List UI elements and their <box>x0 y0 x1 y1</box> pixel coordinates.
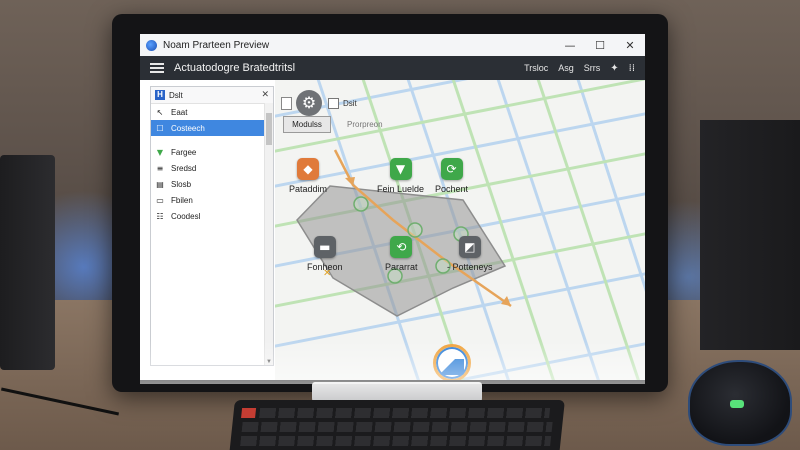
sync-node-icon: ⟲ <box>390 236 413 258</box>
node-label: Pararrat <box>385 262 418 272</box>
diamond-node-icon: ◆ <box>297 158 320 180</box>
toggle-checkbox[interactable] <box>328 97 339 109</box>
sidebar-item-fbilen[interactable]: ▭ Fbilen <box>151 192 273 208</box>
grid-icon[interactable]: ⁞⁞ <box>629 63 635 74</box>
sidebar-item-eaat[interactable]: ↖ Eaat <box>151 104 273 120</box>
pin-icon[interactable]: ✦ <box>610 63 618 74</box>
sidebar-item-label: Eaat <box>171 107 188 117</box>
keyboard-row <box>259 408 551 418</box>
node-label: Pataddim <box>289 184 328 194</box>
refresh-node-icon: ⟳ <box>440 158 463 180</box>
mouse <box>688 360 792 446</box>
modules-button[interactable]: Modulss <box>283 116 331 133</box>
sidebar-scrollbar[interactable]: ▼ <box>264 103 273 365</box>
sidebar-item-costeech[interactable]: ☐ Costeech <box>151 120 273 136</box>
scrollbar-thumb[interactable] <box>266 113 272 145</box>
app-window: Noam Prarteen Preview — ☐ ✕ Actuatodogre… <box>140 34 645 380</box>
maximize-button[interactable]: ☐ <box>585 34 615 56</box>
map-node-fonheon[interactable]: ▬ Fonheon <box>307 236 343 272</box>
sidebar-tab[interactable]: H Dslt ✕ <box>151 87 273 104</box>
frame-icon: ☐ <box>156 123 164 133</box>
sidebar-item-label: Sredsd <box>171 163 197 173</box>
app-toolbar: Actuatodogre Bratedtritsl Trsloc Asg Srr… <box>140 56 645 80</box>
app-icon <box>146 39 157 51</box>
progress-label: Prorpreon <box>347 120 383 129</box>
toolbar-link-2[interactable]: Asg <box>558 63 574 73</box>
cursor-icon: ↖ <box>156 107 164 117</box>
map-node-pararrat[interactable]: ⟲ Pararrat <box>385 236 418 272</box>
monitor-node-icon: ▬ <box>313 236 336 258</box>
sidebar-item-label: Fargee <box>171 147 197 157</box>
title-bar: Noam Prarteen Preview — ☐ ✕ <box>140 34 645 57</box>
sidebar-tab-label: Dslt <box>169 90 183 100</box>
sidebar-item-fargee[interactable]: ▼ Fargee <box>151 144 273 160</box>
keyboard-row <box>241 422 553 432</box>
map-node-pochent[interactable]: ⟳ Pochent <box>435 158 468 194</box>
toolbar-title: Actuatodogre Bratedtritsl <box>174 62 296 74</box>
speaker-left <box>0 155 55 370</box>
sidebar-item-coodesl[interactable]: ☷ Coodesl <box>151 208 273 224</box>
minimize-button[interactable]: — <box>555 34 585 56</box>
map-toolbar-label: Dsit <box>343 98 357 108</box>
speaker-right <box>700 120 800 350</box>
map-canvas[interactable]: ✕ ⚙ Dsit Modulss Prorpreon ◆ Pataddim ▼ … <box>275 80 645 380</box>
code-icon: ☷ <box>156 211 164 221</box>
node-label: Pochent <box>435 184 469 194</box>
sidebar-item-slosb[interactable]: ▤ Slosb <box>151 176 273 192</box>
escape-key <box>241 408 257 418</box>
hamburger-menu-icon[interactable] <box>150 63 164 73</box>
sidebar-item-label: Coodesl <box>171 211 201 221</box>
node-label: Fein Luelde <box>377 184 425 194</box>
download-node-icon: ▼ <box>389 158 412 180</box>
image-node-icon: ◩ <box>458 236 481 258</box>
map-node-potteneys[interactable]: ◩ - Potteneys <box>447 236 493 272</box>
close-icon[interactable]: ✕ <box>261 90 269 100</box>
mouse-led <box>730 400 744 408</box>
document-icon: H <box>155 90 165 100</box>
panel-icon: ▭ <box>156 195 164 205</box>
sidebar-item-label: Costeech <box>171 123 205 133</box>
sidebar-item-label: Slosb <box>171 179 192 189</box>
keyboard <box>229 400 565 450</box>
map-node-pataddim[interactable]: ◆ Pataddim <box>289 158 327 194</box>
sidebar-item-label: Fbilen <box>171 195 193 205</box>
node-label: Fonheon <box>307 262 343 272</box>
table-icon: ▤ <box>156 179 164 189</box>
window-title: Noam Prarteen Preview <box>163 39 270 51</box>
sidebar-panel: H Dslt ✕ ↖ Eaat ☐ Costeech ▼ Fargee ≡ Sr… <box>150 86 274 366</box>
list-icon: ≡ <box>156 163 164 173</box>
keyboard-row <box>240 436 552 446</box>
screen-glare <box>140 340 645 384</box>
sidebar-item-sredsd[interactable]: ≡ Sredsd <box>151 160 273 176</box>
settings-gear-icon[interactable]: ⚙ <box>296 90 322 116</box>
toolbar-link-3[interactable]: Srrs <box>584 63 601 73</box>
map-toolbar: ⚙ Dsit <box>281 90 357 116</box>
map-node-fein-luelde[interactable]: ▼ Fein Luelde <box>377 158 424 194</box>
filter-icon: ▼ <box>156 147 164 157</box>
file-icon[interactable] <box>281 96 292 110</box>
toolbar-link-1[interactable]: Trsloc <box>524 63 548 73</box>
close-button[interactable]: ✕ <box>615 34 645 56</box>
node-label: - Potteneys <box>447 262 493 272</box>
